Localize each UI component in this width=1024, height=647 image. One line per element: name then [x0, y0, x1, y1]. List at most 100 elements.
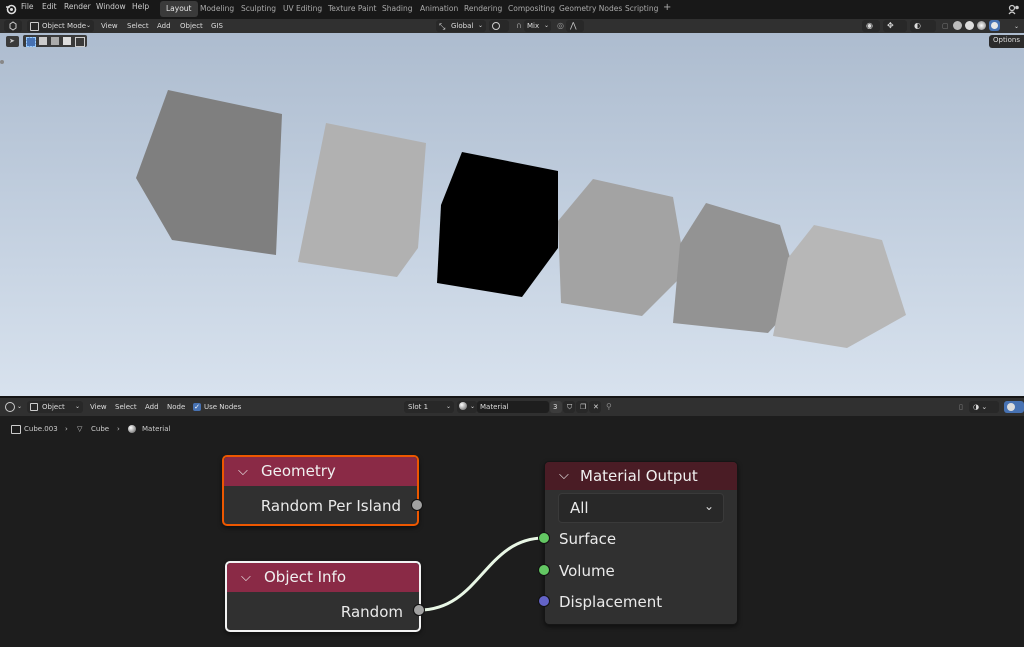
target-dropdown[interactable]: All ⌄ [558, 493, 724, 523]
select-invert-icon[interactable] [63, 37, 71, 45]
options-button[interactable]: Options [989, 35, 1024, 48]
geometry-node-title: Geometry [261, 462, 336, 480]
xray-toggle[interactable]: ▢ [938, 20, 949, 32]
material-name-field[interactable]: Material [477, 401, 549, 413]
node-menu-select[interactable]: Select [115, 401, 137, 413]
menu-file[interactable]: File [21, 2, 34, 11]
visibility-dropdown[interactable]: ◉ [862, 20, 880, 32]
mode-dropdown[interactable]: Object Mode ⌄ [27, 20, 94, 32]
geometry-node[interactable]: ⌵ Geometry Random Per Island [222, 455, 419, 526]
breadcrumb-material: Material [142, 425, 171, 433]
node-menu-add[interactable]: Add [145, 401, 159, 413]
viewport-menu-gis[interactable]: GIS [211, 20, 223, 32]
duplicate-material-button[interactable]: ❐ [576, 401, 588, 413]
node-menu-node[interactable]: Node [167, 401, 185, 413]
shader-editor-icon [5, 402, 15, 412]
displacement-socket[interactable] [538, 595, 550, 607]
node-editor-type-button[interactable]: ⌄ [4, 401, 24, 413]
target-label: All [570, 499, 589, 517]
fake-user-button[interactable]: ⛉ [563, 401, 575, 413]
geometry-node-header[interactable]: ⌵ Geometry [224, 457, 417, 486]
tab-shading[interactable]: Shading [376, 1, 418, 17]
snap-toggle[interactable]: ∩ [512, 20, 522, 32]
collapse-chevron-icon[interactable]: ⌵ [241, 563, 251, 592]
sidebar-toggle-dot[interactable] [0, 60, 4, 64]
viewport-menu-add[interactable]: Add [157, 20, 171, 32]
use-nodes-checkbox[interactable]: ✓ [193, 403, 201, 411]
material-preview-icon[interactable] [977, 21, 986, 30]
add-workspace-icon[interactable]: + [663, 2, 671, 13]
collapse-chevron-icon[interactable]: ⌵ [559, 462, 569, 490]
shader-type-dropdown[interactable]: Object ⌄ [27, 401, 83, 413]
tab-uv-editing[interactable]: UV Editing [277, 1, 328, 17]
unlink-material-button[interactable]: ✕ [589, 401, 601, 413]
pin-icon[interactable]: ⚲ [606, 401, 612, 413]
menu-window[interactable]: Window [96, 2, 126, 11]
scene-icon[interactable] [1008, 4, 1020, 15]
material-output-node-header[interactable]: ⌵ Material Output [545, 462, 737, 490]
blender-logo-icon[interactable] [5, 3, 17, 15]
node-editor-canvas[interactable] [0, 416, 1024, 647]
backdrop-toggle[interactable] [1004, 401, 1024, 413]
object-info-node-header[interactable]: ⌵ Object Info [227, 563, 419, 592]
tab-rendering[interactable]: Rendering [458, 1, 508, 17]
toolbar-toggle[interactable]: ➤ [6, 36, 19, 47]
solid-shading-icon[interactable] [965, 21, 974, 30]
slot-dropdown[interactable]: Slot 1 ⌄ [404, 401, 454, 413]
viewport-menu-view[interactable]: View [101, 20, 118, 32]
select-subtract-icon[interactable] [51, 37, 59, 45]
xray-icon: ▢ [942, 22, 949, 30]
menu-render[interactable]: Render [64, 2, 91, 11]
chevron-down-icon: ⌄ [469, 403, 475, 410]
volume-socket[interactable] [538, 564, 550, 576]
shield-icon: ⛉ [567, 403, 573, 411]
snap-mode-dropdown[interactable]: Mix ⌄ [524, 20, 551, 32]
browse-material-button[interactable]: ⌄ [457, 401, 477, 413]
random-per-island-socket[interactable] [411, 499, 423, 511]
menu-edit[interactable]: Edit [42, 2, 57, 11]
gizmo-dropdown[interactable]: ✥ [883, 20, 907, 32]
object-icon [11, 425, 21, 434]
menu-help[interactable]: Help [132, 2, 149, 11]
object-info-node[interactable]: ⌵ Object Info Random [225, 561, 421, 632]
tab-sculpting[interactable]: Sculpting [235, 1, 282, 17]
proportional-edit-toggle[interactable]: ◎ [553, 20, 565, 32]
falloff-dropdown[interactable]: ⋀ [566, 20, 584, 32]
select-new-icon[interactable] [26, 37, 36, 47]
user-count-button[interactable]: 3 [550, 401, 562, 413]
node-menu-view[interactable]: View [90, 401, 107, 413]
viewport-menu-select[interactable]: Select [127, 20, 149, 32]
random-output-label: Random [340, 603, 403, 621]
shading-options-dropdown[interactable]: ⌄ [1010, 20, 1022, 32]
gizmo-icon: ✥ [887, 21, 894, 30]
transform-orientation-dropdown[interactable]: ⤡ Global ⌄ [436, 20, 486, 32]
wireframe-shading-icon[interactable] [953, 21, 962, 30]
chevron-down-icon: ⌄ [85, 22, 91, 29]
pivot-point-dropdown[interactable] [489, 20, 509, 32]
random-output-socket[interactable] [413, 604, 425, 616]
displacement-label: Displacement [559, 593, 663, 611]
snap-node-toggle[interactable]: ▯ [955, 401, 965, 413]
select-extend-icon[interactable] [39, 37, 47, 45]
tab-animation[interactable]: Animation [414, 1, 464, 17]
select-intersect-icon[interactable] [75, 37, 85, 47]
overlays-dropdown[interactable]: ◐ [910, 20, 936, 32]
user-count: 3 [553, 403, 558, 411]
material-output-node[interactable]: ⌵ Material Output All ⌄ Surface Volume D… [544, 461, 738, 625]
tab-modeling[interactable]: Modeling [194, 1, 240, 17]
cube-3 [437, 152, 558, 297]
editor-type-button[interactable] [4, 20, 22, 32]
tab-texture-paint[interactable]: Texture Paint [322, 1, 382, 17]
surface-socket[interactable] [538, 532, 550, 544]
3d-viewport[interactable]: ➤ Options [0, 33, 1024, 396]
viewport-header: Object Mode ⌄ View Select Add Object GIS… [0, 19, 1024, 33]
viewport-scene [136, 90, 906, 348]
tab-scripting[interactable]: Scripting [619, 1, 664, 17]
falloff-curve-icon: ⋀ [570, 21, 577, 30]
collapse-chevron-icon[interactable]: ⌵ [238, 457, 248, 486]
viewport-menu-object[interactable]: Object [180, 20, 203, 32]
node-overlay-dropdown[interactable]: ◑ ⌄ [969, 401, 999, 413]
rendered-shading-button[interactable] [989, 20, 1000, 31]
tab-geometry-nodes[interactable]: Geometry Nodes [553, 1, 628, 17]
tab-layout[interactable]: Layout [160, 1, 198, 17]
